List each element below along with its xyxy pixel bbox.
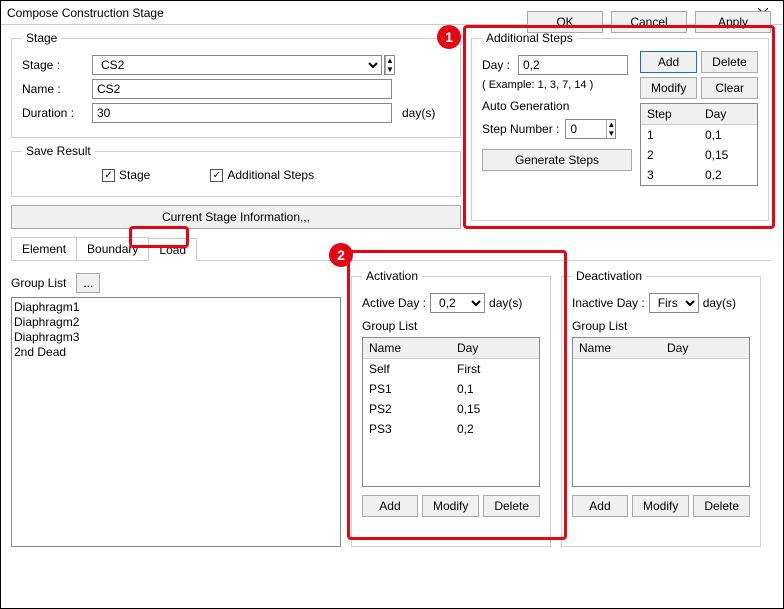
table-row: 30,2 bbox=[641, 165, 757, 185]
step-number-input[interactable] bbox=[566, 120, 606, 138]
auto-gen-label: Auto Generation bbox=[482, 99, 634, 113]
stage-fieldset: Stage Stage : CS2 ▲ ▼ Name : bbox=[11, 31, 461, 138]
activation-group-list-label: Group List bbox=[362, 319, 540, 333]
stage-check-label: Stage bbox=[119, 168, 150, 182]
list-item[interactable]: 2nd Dead bbox=[14, 345, 338, 360]
table-row: PS30,2 bbox=[363, 419, 539, 439]
activation-table[interactable]: Name Day SelfFirst PS10,1 PS20,15 PS30,2 bbox=[362, 337, 540, 487]
activation-unit: day(s) bbox=[489, 296, 522, 310]
inactive-day-select[interactable]: First bbox=[649, 293, 699, 313]
additional-steps-fieldset: Additional Steps Day : ( Example: 1, 3, … bbox=[471, 31, 769, 221]
inactive-day-label: Inactive Day : bbox=[572, 296, 645, 310]
steps-th-day: Day bbox=[699, 104, 757, 124]
tab-boundary[interactable]: Boundary bbox=[76, 237, 149, 260]
step-number-up[interactable]: ▲ bbox=[606, 120, 615, 129]
modify-step-button[interactable]: Modify bbox=[640, 77, 697, 99]
stage-label: Stage : bbox=[22, 58, 92, 72]
day-example: ( Example: 1, 3, 7, 14 ) bbox=[482, 79, 634, 91]
add-step-button[interactable]: Add bbox=[640, 51, 697, 73]
group-list-box[interactable]: Diaphragm1 Diaphragm2 Diaphragm3 2nd Dea… bbox=[11, 297, 341, 547]
deactivation-fieldset: Deactivation Inactive Day : First day(s)… bbox=[561, 269, 761, 547]
deactivation-table[interactable]: Name Day bbox=[572, 337, 750, 487]
day-input[interactable] bbox=[518, 55, 628, 75]
additional-steps-legend: Additional Steps bbox=[482, 31, 577, 45]
table-row: PS20,15 bbox=[363, 399, 539, 419]
check-icon: ✓ bbox=[102, 169, 115, 182]
generate-steps-button[interactable]: Generate Steps bbox=[482, 149, 632, 171]
tabs: Element Boundary Load bbox=[11, 237, 771, 261]
step-number-down[interactable]: ▼ bbox=[606, 129, 615, 138]
group-list-browse-button[interactable]: ... bbox=[76, 273, 100, 293]
activation-delete-button[interactable]: Delete bbox=[483, 495, 540, 517]
deactivation-delete-button[interactable]: Delete bbox=[693, 495, 750, 517]
clear-step-button[interactable]: Clear bbox=[701, 77, 758, 99]
active-day-label: Active Day : bbox=[362, 296, 426, 310]
deactivation-legend: Deactivation bbox=[572, 269, 646, 283]
cancel-button[interactable]: Cancel bbox=[611, 11, 687, 33]
activation-th-name: Name bbox=[363, 338, 451, 358]
activation-modify-button[interactable]: Modify bbox=[422, 495, 479, 517]
duration-input[interactable] bbox=[92, 103, 392, 123]
save-result-fieldset: Save Result ✓ Stage ✓ Additional Steps bbox=[11, 144, 461, 197]
deactivation-th-name: Name bbox=[573, 338, 661, 358]
dialog-window: Compose Construction Stage Stage Stage :… bbox=[0, 0, 784, 609]
duration-label: Duration : bbox=[22, 106, 92, 120]
tab-element[interactable]: Element bbox=[11, 237, 77, 260]
apply-button[interactable]: Apply bbox=[695, 11, 771, 33]
tab-load[interactable]: Load bbox=[148, 238, 197, 261]
activation-th-day: Day bbox=[451, 338, 539, 358]
deactivation-modify-button[interactable]: Modify bbox=[632, 495, 689, 517]
active-day-select[interactable]: 0,2 bbox=[430, 293, 485, 313]
save-result-legend: Save Result bbox=[22, 144, 95, 158]
table-row: 20,15 bbox=[641, 145, 757, 165]
activation-legend: Activation bbox=[362, 269, 422, 283]
steps-th-step: Step bbox=[641, 104, 699, 124]
stage-spin-up[interactable]: ▲ bbox=[385, 56, 394, 65]
deactivation-add-button[interactable]: Add bbox=[572, 495, 628, 517]
group-list-label: Group List bbox=[11, 276, 66, 290]
deactivation-group-list-label: Group List bbox=[572, 319, 750, 333]
steps-table[interactable]: Step Day 10,1 20,15 30,2 bbox=[640, 103, 758, 186]
stage-select[interactable]: CS2 bbox=[92, 55, 382, 75]
duration-unit: day(s) bbox=[402, 106, 435, 120]
delete-step-button[interactable]: Delete bbox=[701, 51, 758, 73]
name-label: Name : bbox=[22, 82, 92, 96]
table-row: PS10,1 bbox=[363, 379, 539, 399]
table-row: 10,1 bbox=[641, 125, 757, 145]
activation-add-button[interactable]: Add bbox=[362, 495, 418, 517]
stage-spin-down[interactable]: ▼ bbox=[385, 65, 394, 74]
deactivation-th-day: Day bbox=[661, 338, 749, 358]
table-row: SelfFirst bbox=[363, 359, 539, 379]
day-label: Day : bbox=[482, 58, 518, 72]
addl-check-label: Additional Steps bbox=[227, 168, 314, 182]
activation-fieldset: Activation Active Day : 0,2 day(s) Group… bbox=[351, 269, 551, 547]
additional-steps-checkbox[interactable]: ✓ Additional Steps bbox=[210, 168, 314, 182]
check-icon: ✓ bbox=[210, 169, 223, 182]
stage-legend: Stage bbox=[22, 31, 61, 45]
deactivation-unit: day(s) bbox=[703, 296, 736, 310]
name-input[interactable] bbox=[92, 79, 392, 99]
ok-button[interactable]: OK bbox=[527, 11, 603, 33]
list-item[interactable]: Diaphragm1 bbox=[14, 300, 338, 315]
stage-checkbox[interactable]: ✓ Stage bbox=[102, 168, 150, 182]
current-stage-info-button[interactable]: Current Stage Information,,, bbox=[11, 205, 461, 229]
list-item[interactable]: Diaphragm2 bbox=[14, 315, 338, 330]
list-item[interactable]: Diaphragm3 bbox=[14, 330, 338, 345]
step-number-label: Step Number : bbox=[482, 122, 559, 136]
